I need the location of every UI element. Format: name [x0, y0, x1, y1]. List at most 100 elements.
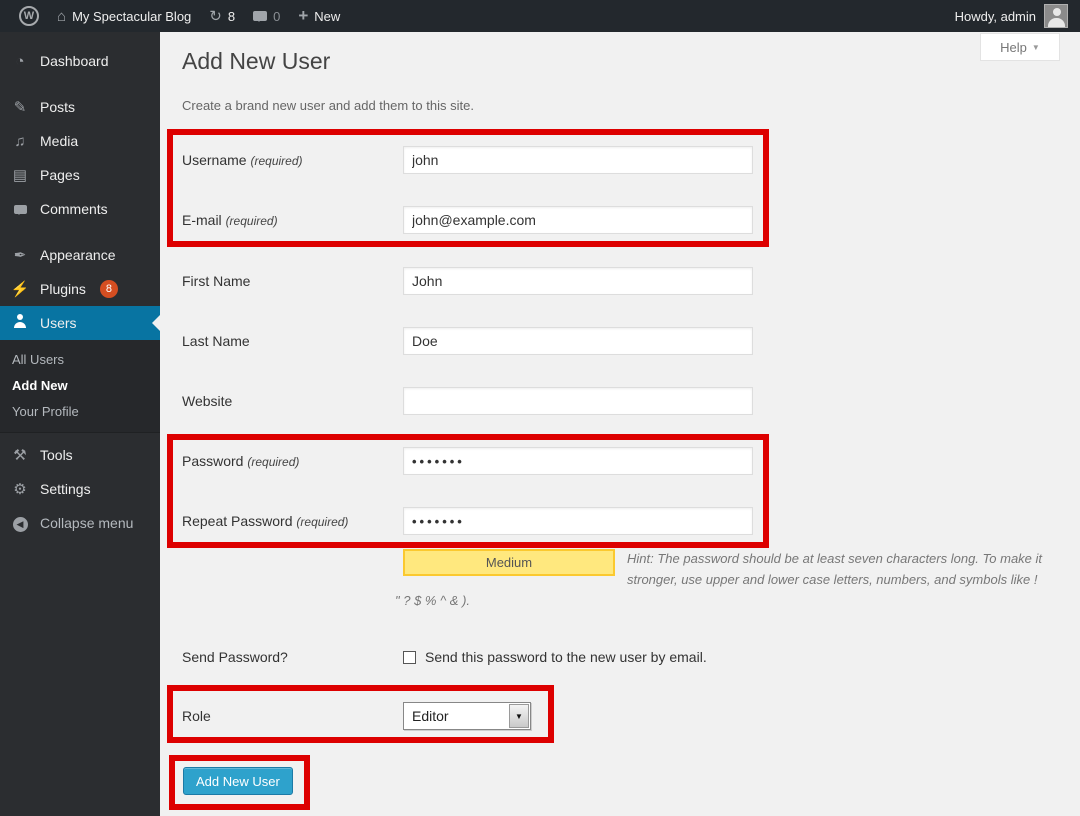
send-password-checkbox-label: Send this password to the new user by em…: [425, 649, 707, 665]
help-button[interactable]: Help ▼: [980, 33, 1060, 61]
admin-bar: W ⌂ My Spectacular Blog ↻ 8 0 + New Howd…: [0, 0, 1080, 32]
sidebar-item-label: Posts: [40, 99, 75, 115]
role-selected-value: Editor: [404, 708, 509, 724]
site-name-menu[interactable]: ⌂ My Spectacular Blog: [48, 0, 200, 32]
sidebar-item-label: Appearance: [40, 247, 116, 263]
sidebar-item-label: Comments: [40, 201, 108, 217]
required-hint: (required): [296, 515, 348, 529]
submenu-item-label: Add New: [12, 378, 68, 393]
select-dropdown-button[interactable]: ▼: [509, 704, 529, 728]
updates-menu[interactable]: ↻ 8: [200, 0, 244, 32]
required-hint: (required): [226, 214, 278, 228]
sidebar-item-label: Pages: [40, 167, 80, 183]
send-password-label: Send Password?: [182, 649, 403, 665]
collapse-menu-label: Collapse menu: [40, 515, 133, 531]
pages-stack-icon: ▤: [10, 166, 30, 184]
website-label: Website: [182, 393, 403, 409]
sidebar-item-users[interactable]: Users: [0, 306, 160, 340]
username-row: Username (required): [182, 146, 753, 174]
sidebar-item-pages[interactable]: ▤ Pages: [0, 158, 160, 192]
sidebar-item-media[interactable]: ♫ Media: [0, 124, 160, 158]
page-subtitle: Create a brand new user and add them to …: [182, 98, 474, 113]
howdy-admin-menu[interactable]: Howdy, admin: [955, 9, 1036, 24]
submenu-item-add-new[interactable]: Add New: [0, 372, 160, 398]
user-avatar[interactable]: [1044, 4, 1068, 28]
sidebar-item-tools[interactable]: ⚒ Tools: [0, 438, 160, 472]
sidebar-item-plugins[interactable]: ⚡ Plugins 8: [0, 272, 160, 306]
submenu-item-label: Your Profile: [12, 404, 79, 419]
menu-separator: [0, 78, 160, 90]
plugins-update-badge: 8: [100, 280, 118, 298]
admin-menu: ◔ Dashboard ✎ Posts ♫ Media ▤ Pages Comm…: [0, 32, 160, 540]
admin-bar-left: W ⌂ My Spectacular Blog ↻ 8 0 + New: [0, 0, 349, 32]
last-name-input[interactable]: [403, 327, 753, 355]
comments-menu[interactable]: 0: [244, 0, 289, 32]
required-hint: (required): [247, 455, 299, 469]
wordpress-logo-menu[interactable]: W: [10, 0, 48, 32]
home-icon: ⌂: [57, 9, 66, 24]
menu-separator: [0, 226, 160, 238]
sidebar-item-label: Users: [40, 315, 77, 331]
update-count: 8: [228, 9, 235, 24]
dashboard-gauge-icon: ◔: [10, 53, 30, 70]
password-strength-meter: Medium: [403, 549, 615, 576]
password-row: Password (required): [182, 447, 753, 475]
password-input[interactable]: [403, 447, 753, 475]
send-password-row: Send Password? Send this password to the…: [182, 649, 707, 665]
person-icon: [10, 314, 30, 332]
site-name-label: My Spectacular Blog: [72, 9, 191, 24]
first-name-row: First Name: [182, 267, 753, 295]
repeat-password-input[interactable]: [403, 507, 753, 535]
admin-sidebar: ◔ Dashboard ✎ Posts ♫ Media ▤ Pages Comm…: [0, 32, 160, 816]
page-title: Add New User: [182, 48, 330, 75]
submenu-item-your-profile[interactable]: Your Profile: [0, 398, 160, 424]
media-notes-icon: ♫: [10, 133, 30, 150]
new-content-menu[interactable]: + New: [289, 0, 349, 32]
sidebar-item-label: Settings: [40, 481, 91, 497]
wrench-icon: ⚒: [10, 446, 30, 464]
password-label: Password (required): [182, 453, 403, 469]
website-row: Website: [182, 387, 753, 415]
required-hint: (required): [250, 154, 302, 168]
add-new-user-button[interactable]: Add New User: [183, 767, 293, 795]
sidebar-item-label: Media: [40, 133, 78, 149]
role-row: Role Editor ▼: [182, 702, 531, 730]
collapse-menu-button[interactable]: ◀ Collapse menu: [0, 506, 160, 540]
first-name-input[interactable]: [403, 267, 753, 295]
users-submenu: All Users Add New Your Profile: [0, 340, 160, 433]
sidebar-item-label: Plugins: [40, 281, 86, 297]
sidebar-item-appearance[interactable]: ✒ Appearance: [0, 238, 160, 272]
plus-icon: +: [298, 6, 308, 26]
update-arrows-icon: ↻: [209, 9, 222, 24]
submenu-item-all-users[interactable]: All Users: [0, 346, 160, 372]
email-input[interactable]: [403, 206, 753, 234]
pushpin-icon: ✎: [10, 98, 30, 116]
repeat-password-row: Repeat Password (required): [182, 507, 753, 535]
sidebar-item-posts[interactable]: ✎ Posts: [0, 90, 160, 124]
username-input[interactable]: [403, 146, 753, 174]
active-menu-arrow: [144, 315, 160, 331]
main-content: Help ▼ Add New User Create a brand new u…: [160, 32, 1080, 816]
sidebar-item-label: Dashboard: [40, 53, 109, 69]
plug-icon: ⚡: [10, 280, 30, 298]
website-input[interactable]: [403, 387, 753, 415]
submenu-item-label: All Users: [12, 352, 64, 367]
password-strength-row: Medium Hint: The password should be at l…: [395, 548, 1045, 611]
paintbrush-icon: ✒: [10, 246, 30, 264]
admin-bar-right: Howdy, admin: [955, 4, 1080, 28]
sidebar-item-settings[interactable]: ⚙ Settings: [0, 472, 160, 506]
wordpress-logo-icon: W: [19, 6, 39, 26]
email-label: E-mail (required): [182, 212, 403, 228]
repeat-password-label: Repeat Password (required): [182, 513, 403, 529]
sidebar-item-comments[interactable]: Comments: [0, 192, 160, 226]
sidebar-item-label: Tools: [40, 447, 73, 463]
role-select[interactable]: Editor ▼: [403, 702, 531, 730]
send-password-checkbox[interactable]: [403, 651, 416, 664]
username-label: Username (required): [182, 152, 403, 168]
sidebar-item-dashboard[interactable]: ◔ Dashboard: [0, 44, 160, 78]
new-label: New: [314, 9, 340, 24]
help-label: Help: [1000, 40, 1027, 55]
role-label: Role: [182, 708, 403, 724]
last-name-label: Last Name: [182, 333, 403, 349]
comment-count: 0: [273, 9, 280, 24]
